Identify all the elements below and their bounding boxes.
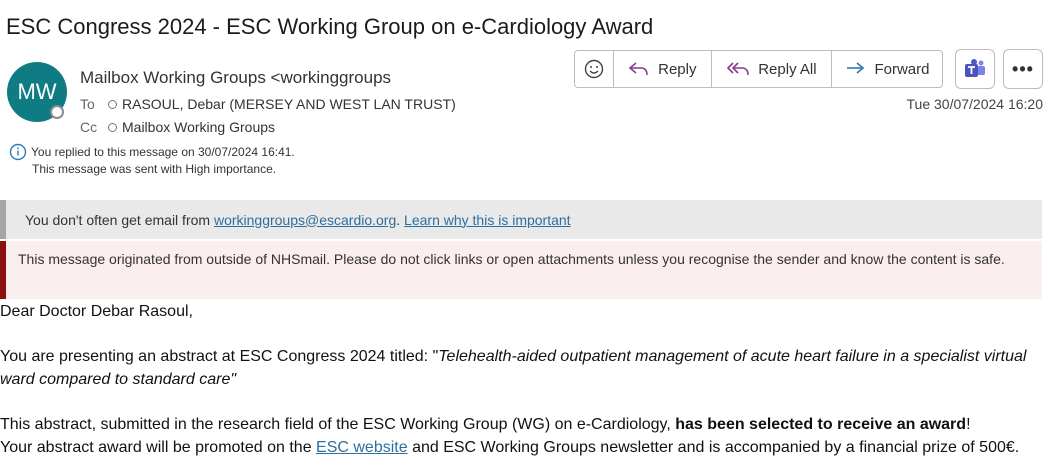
learn-why-link[interactable]: Learn why this is important <box>404 212 571 228</box>
sender-name[interactable]: Mailbox Working Groups <workinggroups <box>80 68 391 88</box>
message-info: You replied to this message on 30/07/202… <box>9 143 295 177</box>
award-intro: This abstract, submitted in the research… <box>0 416 676 433</box>
reply-all-icon <box>727 62 750 76</box>
more-actions-button[interactable]: ••• <box>1003 49 1043 89</box>
replied-notice: You replied to this message on 30/07/202… <box>31 145 295 159</box>
promotion-rest: and ESC Working Groups newsletter and is… <box>407 439 1020 456</box>
forward-label: Forward <box>874 60 930 78</box>
reply-all-label: Reply All <box>758 60 817 78</box>
sender-email-link[interactable]: workinggroups@escardio.org <box>214 212 396 228</box>
email-subject: ESC Congress 2024 - ESC Working Group on… <box>6 14 654 39</box>
emoji-icon <box>584 59 604 79</box>
avatar-initials: MW <box>17 79 57 104</box>
to-recipient[interactable]: RASOUL, Debar (MERSEY AND WEST LAN TRUST… <box>122 96 456 112</box>
award-highlight: has been selected to receive an award <box>675 416 967 433</box>
forward-button[interactable]: Forward <box>832 51 942 87</box>
reaction-button[interactable] <box>575 51 614 87</box>
external-warning-text: This message originated from outside of … <box>18 251 1005 267</box>
to-recipients-row: To RASOUL, Debar (MERSEY AND WEST LAN TR… <box>80 96 456 112</box>
greeting: Dear Doctor Debar Rasoul, <box>0 303 193 320</box>
message-actions-toolbar: Reply Reply All Forward <box>574 50 943 88</box>
banner-separator: . <box>396 211 405 228</box>
external-warning-banner: This message originated from outside of … <box>0 241 1042 299</box>
more-icon: ••• <box>1012 58 1034 79</box>
cc-recipient[interactable]: Mailbox Working Groups <box>122 119 275 135</box>
reply-button[interactable]: Reply <box>614 51 712 87</box>
teams-icon <box>965 59 985 77</box>
received-date: Tue 30/07/2024 16:20 <box>906 96 1044 112</box>
reply-icon <box>628 62 648 76</box>
promotion-intro: Your abstract award will be promoted on … <box>0 439 317 456</box>
esc-website-link[interactable]: ESC website <box>316 439 408 456</box>
to-label: To <box>80 96 95 112</box>
first-contact-text: You don't often get email from <box>25 211 214 228</box>
reply-label: Reply <box>658 60 697 78</box>
body-paragraph-abstract: You are presenting an abstract at ESC Co… <box>0 345 1049 391</box>
recipient-presence-icon <box>108 99 117 109</box>
cc-recipients-row: Cc Mailbox Working Groups <box>80 119 275 135</box>
reply-all-button[interactable]: Reply All <box>712 51 832 87</box>
abstract-title-close: " <box>230 371 237 388</box>
cc-label: Cc <box>80 119 98 135</box>
award-exclaim: ! <box>966 416 971 433</box>
abstract-intro: You are presenting an abstract at ESC Co… <box>0 348 439 365</box>
teams-button[interactable] <box>955 49 995 89</box>
body-paragraph-promotion: Your abstract award will be promoted on … <box>0 436 1049 459</box>
info-icon <box>9 143 27 161</box>
importance-notice: This message was sent with High importan… <box>32 162 277 176</box>
presence-status-icon <box>50 105 64 119</box>
recipient-presence-icon <box>108 122 117 132</box>
first-contact-banner: You don't often get email from workinggr… <box>0 200 1042 239</box>
message-body: Dear Doctor Debar Rasoul, You are presen… <box>0 300 1049 459</box>
body-paragraph-award: This abstract, submitted in the research… <box>0 413 1049 436</box>
forward-icon <box>847 62 865 74</box>
